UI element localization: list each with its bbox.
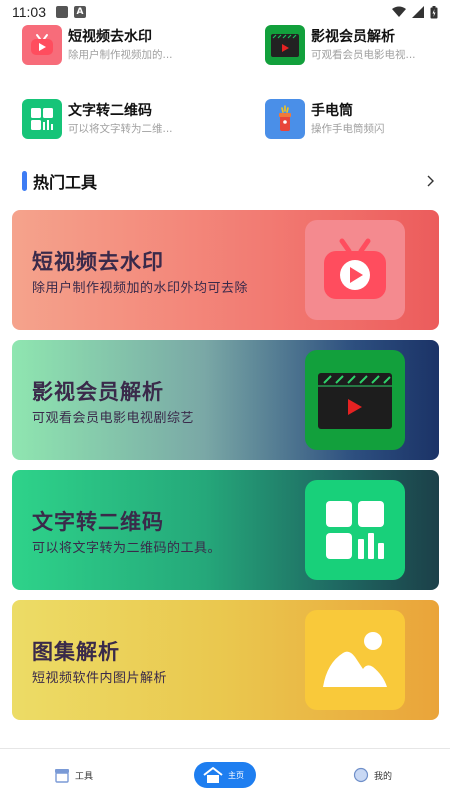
- card-watermark-remover[interactable]: 短视频去水印 除用户制作视频加的水印外均可去除: [12, 210, 439, 330]
- nav-home-label: 主页: [228, 770, 244, 780]
- nav-tools[interactable]: 工具: [54, 762, 93, 788]
- tool-name: 短视频去水印: [68, 29, 152, 45]
- card-gallery-parser[interactable]: 图集解析 短视频软件内图片解析: [12, 600, 439, 720]
- wifi-icon: [392, 6, 406, 17]
- tool-desc: 可以将文字转为二维...: [68, 123, 173, 135]
- card-subtitle: 可观看会员电影电视剧综艺: [32, 411, 195, 426]
- tool-desc: 可观看会员电影电视...: [311, 49, 416, 61]
- hot-tools-header[interactable]: 热门工具: [22, 168, 436, 194]
- card-title: 短视频去水印: [32, 250, 164, 274]
- tool-name: 文字转二维码: [68, 103, 152, 119]
- card-title: 文字转二维码: [32, 510, 164, 534]
- profile-icon: [353, 767, 369, 783]
- qrcode-grid-icon: [305, 480, 405, 580]
- battery-icon: [430, 5, 438, 18]
- tool-name: 影视会员解析: [311, 29, 395, 45]
- chevron-right-icon[interactable]: [424, 175, 436, 187]
- qrcode-grid-icon: [22, 99, 62, 139]
- tv-play-icon: [305, 220, 405, 320]
- nav-mine-label: 我的: [374, 771, 393, 782]
- store-icon: [55, 769, 69, 783]
- card-subtitle: 除用户制作视频加的水印外均可去除: [32, 281, 249, 296]
- section-title: 热门工具: [33, 173, 98, 192]
- tool-desc: 除用户制作视频加的...: [68, 49, 173, 61]
- card-title: 影视会员解析: [32, 380, 164, 404]
- tool-text-to-qrcode[interactable]: 文字转二维码 可以将文字转为二维...: [22, 96, 212, 142]
- clapperboard-icon: [265, 25, 305, 65]
- card-text-to-qrcode[interactable]: 文字转二维码 可以将文字转为二维码的工具。: [12, 470, 439, 590]
- image-icon: [305, 610, 405, 710]
- tool-name: 手电筒: [311, 103, 353, 119]
- flashlight-icon: [265, 99, 305, 139]
- tool-vip-video-parser[interactable]: 影视会员解析 可观看会员电影电视...: [265, 22, 450, 68]
- card-subtitle: 短视频软件内图片解析: [32, 671, 168, 686]
- card-subtitle: 可以将文字转为二维码的工具。: [32, 541, 222, 556]
- card-title: 图集解析: [32, 640, 120, 664]
- bottom-nav: 工具 主页 我的: [0, 748, 450, 800]
- card-vip-video-parser[interactable]: 影视会员解析 可观看会员电影电视剧综艺: [12, 340, 439, 460]
- nav-mine[interactable]: 我的: [353, 762, 392, 788]
- nav-home[interactable]: 主页: [194, 762, 256, 788]
- tv-play-icon: [22, 25, 62, 65]
- app-notification-icon: A: [74, 6, 86, 18]
- status-time: 11:03: [12, 4, 46, 20]
- section-marker: [22, 171, 27, 191]
- tool-watermark-remover[interactable]: 短视频去水印 除用户制作视频加的...: [22, 22, 212, 68]
- cell-signal-icon: [412, 6, 424, 18]
- tool-flashlight[interactable]: 手电筒 操作手电筒频闪: [265, 96, 450, 142]
- clapperboard-icon: [305, 350, 405, 450]
- home-icon: [203, 767, 223, 783]
- nav-tools-label: 工具: [75, 771, 94, 782]
- gallery-notification-icon: [56, 6, 68, 18]
- status-bar: 11:03 A: [0, 0, 450, 24]
- tool-desc: 操作手电筒频闪: [311, 123, 385, 135]
